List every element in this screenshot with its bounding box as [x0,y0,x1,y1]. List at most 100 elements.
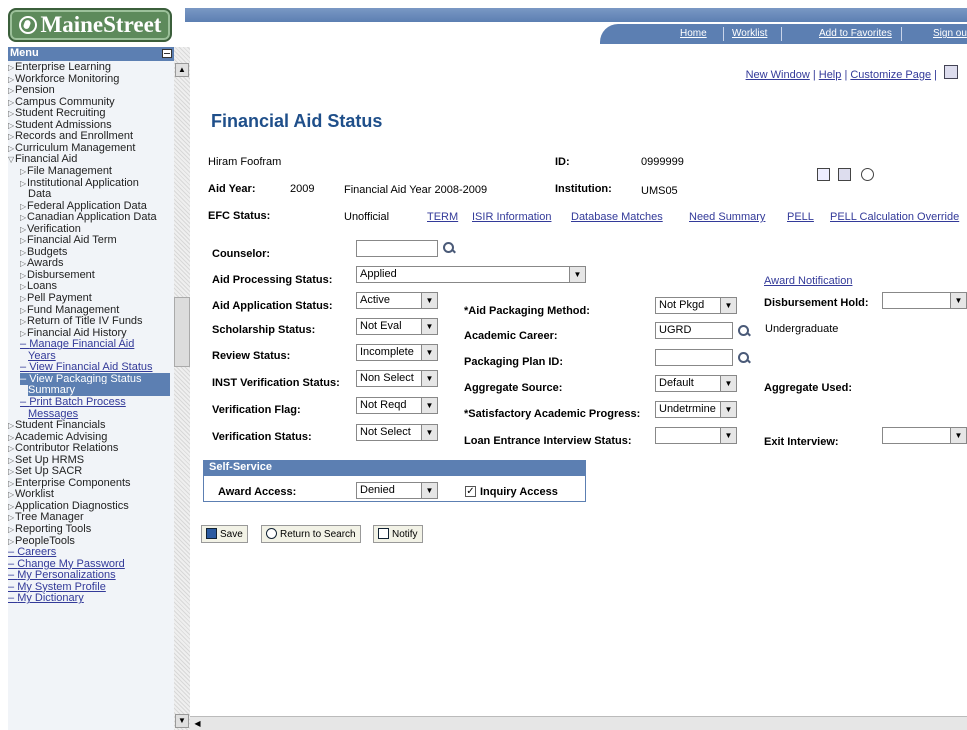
disbursement-hold-select[interactable]: ▼ [882,292,967,309]
term-link[interactable]: TERM [427,211,458,223]
sidebar-item[interactable]: – My Dictionary [8,592,84,604]
bullet-dash: – [8,546,18,559]
exit-interview-select[interactable]: ▼ [882,427,967,444]
add-to-favorites-link[interactable]: Add to Favorites [819,28,892,39]
award-access-select[interactable]: Denied ▼ [356,482,438,499]
sidebar-item-label: Print Batch Process [29,395,126,408]
pell-calculation-override-link[interactable]: PELL Calculation Override [830,211,959,223]
scroll-up-icon[interactable]: ▲ [175,63,189,77]
sidebar-item-label: Loans [27,280,57,293]
aid-year-description: Financial Aid Year 2008-2009 [344,184,488,196]
sidebar-item-label: Enterprise Components [15,476,131,489]
sidebar-item[interactable]: Years [28,350,56,362]
customize-page-link[interactable]: Customize Page [850,69,931,81]
aid-packaging-method-select[interactable]: Not Pkgd ▼ [655,297,737,314]
aid-processing-status-value: Applied [360,268,397,280]
sidebar-item-label: Canadian Application Data [27,211,157,224]
home-link[interactable]: Home [680,28,707,39]
notify-button[interactable]: Notify [373,525,423,543]
scroll-thumb[interactable] [174,297,190,367]
sidebar-item-label: Contributor Relations [15,442,119,455]
packaging-plan-lookup-icon[interactable] [737,351,751,365]
worklist-link[interactable]: Worklist [732,28,767,39]
aggregate-source-select[interactable]: Default ▼ [655,375,737,392]
scroll-down-icon[interactable]: ▼ [175,714,189,728]
mainestreet-logo[interactable]: MaineStreet [8,8,172,42]
sidebar-scrollbar[interactable]: ▲ ▼ [174,47,190,730]
sidebar-item-label: View Financial Aid Status [29,361,153,374]
chevron-down-icon: ▼ [421,345,437,360]
loan-entrance-interview-select[interactable]: ▼ [655,427,737,444]
aid-application-status-select[interactable]: Active ▼ [356,292,438,309]
inst-verification-status-select[interactable]: Non Select ▼ [356,370,438,387]
sidebar-item-label: Tree Manager [15,511,84,524]
sidebar-item[interactable]: – View Financial Aid Status [20,361,153,373]
sidebar-item-label: Financial Aid Term [27,234,117,247]
verification-status-select[interactable]: Not Select ▼ [356,424,438,441]
page-title: Financial Aid Status [211,111,383,131]
top-navigation: Home Worklist Add to Favorites Sign ou [600,24,967,44]
counselor-lookup-icon[interactable] [442,241,456,255]
packaging-plan-id-input[interactable] [655,349,733,366]
link-separator: | [934,69,937,81]
academic-career-lookup-icon[interactable] [737,324,751,338]
flag-icon[interactable] [817,168,830,181]
link-separator: | [812,69,816,81]
scroll-left-icon[interactable]: ◀ [191,717,204,730]
chevron-down-icon: ▼ [421,371,437,386]
isir-information-link[interactable]: ISIR Information [472,211,551,223]
review-status-label: Review Status: [212,350,291,362]
academic-career-input[interactable]: UGRD [655,322,733,339]
sidebar-item[interactable]: – Print Batch Process [20,396,126,408]
notes-icon[interactable] [838,168,851,181]
satisfactory-academic-progress-label: *Satisfactory Academic Progress: [464,408,641,420]
sidebar-item-label: Reporting Tools [15,523,92,535]
sidebar-item[interactable]: Data [28,188,51,200]
verification-flag-select[interactable]: Not Reqd ▼ [356,397,438,414]
bullet-dash: – [8,557,18,570]
horizontal-scrollbar[interactable]: ◀ [190,716,967,730]
sidebar-item[interactable]: – Careers [8,546,56,558]
sidebar-item-label: Set Up SACR [15,465,83,478]
pell-link[interactable]: PELL [787,211,814,223]
review-status-select[interactable]: Incomplete ▼ [356,344,438,361]
sidebar-item[interactable]: – My System Profile [8,581,106,593]
sidebar-item-label: File Management [27,164,112,177]
sidebar-item-label: Student Admissions [15,118,112,131]
verification-status-label: Verification Status: [212,431,312,443]
notify-icon [378,528,389,539]
aggregate-used-label: Aggregate Used: [764,382,853,394]
sidebar-item[interactable]: Summary [28,384,170,397]
sidebar-item-label: Messages [28,407,79,420]
new-window-link[interactable]: New Window [746,69,810,81]
aid-packaging-method-label: *Aid Packaging Method: [464,305,590,317]
sidebar-item[interactable]: – View Packaging Status [20,372,170,385]
sidebar-item-label: Records and Enrollment [15,130,134,143]
sidebar-item[interactable]: – My Personalizations [8,569,116,581]
bullet-dash: – [20,372,30,385]
inquiry-access-label: Inquiry Access [480,486,558,498]
comment-icon[interactable] [861,168,874,181]
save-button[interactable]: Save [201,525,248,543]
help-link[interactable]: Help [819,69,842,81]
satisfactory-academic-progress-select[interactable]: Undetrmine ▼ [655,401,737,418]
counselor-input[interactable] [356,240,438,257]
bullet-dash: – [20,338,30,351]
save-icon [206,528,217,539]
academic-career-label: Academic Career: [464,330,558,342]
sign-out-link[interactable]: Sign ou [933,28,967,39]
database-matches-link[interactable]: Database Matches [571,211,663,223]
scholarship-status-select[interactable]: Not Eval ▼ [356,318,438,335]
sidebar-item[interactable]: – Change My Password [8,558,125,570]
sidebar-item[interactable]: Messages [28,408,78,420]
loan-entrance-interview-label: Loan Entrance Interview Status: [464,435,632,447]
aid-processing-status-select[interactable]: Applied ▼ [356,266,586,283]
sidebar-item[interactable]: – Manage Financial Aid [20,338,134,350]
inquiry-access-checkbox[interactable]: ✓ [465,486,476,497]
return-to-search-button[interactable]: Return to Search [261,525,361,543]
sidebar-item-label: Curriculum Management [15,141,136,154]
award-notification-link[interactable]: Award Notification [764,275,852,287]
aid-packaging-method-value: Not Pkgd [659,299,705,311]
need-summary-link[interactable]: Need Summary [689,211,765,223]
http-link-icon[interactable] [944,65,958,79]
